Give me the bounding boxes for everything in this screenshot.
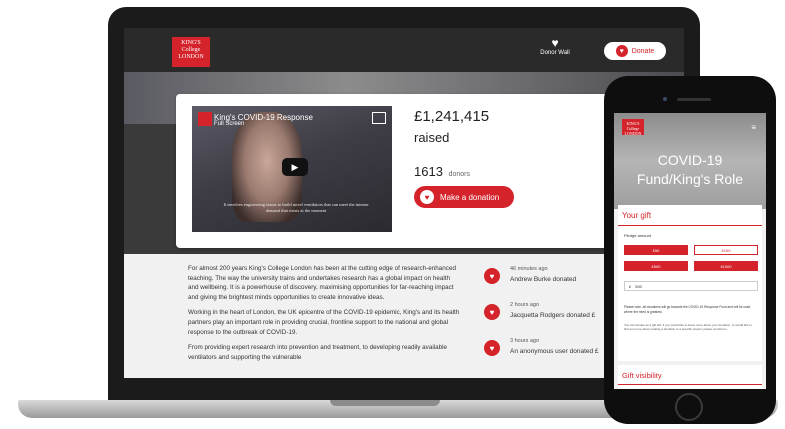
gift-note-small: You can donate as a gift aid. If you wou… [624,323,752,332]
gift-title: Your gift [622,211,652,220]
heart-icon: ♥ [551,36,559,50]
speaker-grille [677,98,711,101]
divider [618,225,762,226]
amount-option[interactable]: £500 [624,261,688,271]
phone-screen: KING'S College LONDON ≡ COVID-19 Fund/Ki… [614,113,766,389]
story-paragraph: For almost 200 years King's College Lond… [188,265,456,301]
amount-option[interactable]: £50 [624,245,688,255]
divider [618,384,762,385]
camera-icon [663,97,667,101]
play-icon[interactable]: ▶ [282,158,308,176]
make-donation-button[interactable]: ♥ Make a donation [414,186,514,208]
heart-icon: ♥ [420,190,434,204]
donor-count-value: 1613 [414,164,443,179]
gift-form: Your gift Pledge amount £50 £100 £500 £1… [618,205,762,361]
gift-visibility-title: Gift visibility [622,371,662,380]
donation-time: 2 hours ago [510,302,540,308]
donation-donor: Andrew Burke donated [510,276,577,283]
mobile-title-line: Fund/King's Role [636,171,744,187]
video-caption: It involves engineering teams to build n… [223,202,369,213]
heart-icon: ♥ [484,268,500,284]
mobile-page-title: COVID-19 Fund/King's Role [614,151,766,189]
video-player[interactable]: King's COVID-19 Response Full Screen ▶ I… [192,106,392,232]
other-amount-input[interactable]: £ 500 [624,281,758,291]
donors-label: donors [448,171,470,178]
donor-wall-link[interactable]: ♥ Donor Wall [536,36,574,56]
donor-wall-label: Donor Wall [540,50,570,56]
heart-icon: ♥ [484,340,500,356]
make-donation-label: Make a donation [440,192,500,202]
currency-symbol: £ [629,283,632,289]
heart-icon: ♥ [484,304,500,320]
donation-donor: Jacquetta Rodgers donated £ [510,312,596,319]
donation-time: 46 minutes ago [510,266,548,272]
gift-visibility-section[interactable]: Gift visibility [618,365,762,389]
story-paragraph: From providing expert research into prev… [188,344,448,361]
amount-option[interactable]: £100 [694,245,758,255]
pledge-label: Pledge amount [624,233,651,238]
home-button [675,393,703,421]
content-area: For almost 200 years King's College Lond… [124,254,684,378]
raised-label: raised [414,130,450,145]
heart-icon: ♥ [615,45,628,57]
video-menu-icon[interactable] [372,112,386,124]
story-text: For almost 200 years King's College Lond… [188,264,460,368]
raised-amount: £1,241,415 [414,108,490,125]
channel-logo-icon [198,112,212,126]
mobile-kcl-logo[interactable]: KING'S College LONDON [622,119,644,136]
device-mockup: KING'S College LONDON ♥ Donor Wall ♥ Don… [0,0,785,429]
donate-label: Donate [631,47,655,55]
gift-note: Please note, all donations will go towar… [624,305,751,314]
mobile-title-line: COVID-19 [657,152,723,168]
donor-count: 1613 donors [414,164,470,179]
other-amount-value: 500 [635,283,642,289]
donate-button[interactable]: ♥ Donate [604,42,666,60]
story-paragraph: Working in the heart of London, the UK e… [188,309,460,336]
kcl-logo[interactable]: KING'S College LONDON [172,37,210,67]
laptop-notch [330,400,440,406]
hamburger-menu-icon[interactable]: ≡ [751,123,756,132]
mobile-hero: KING'S College LONDON ≡ COVID-19 Fund/Ki… [614,113,766,209]
donation-donor: An anonymous user donated £ [510,348,599,355]
donation-summary-card: King's COVID-19 Response Full Screen ▶ I… [176,94,624,248]
site-header: KING'S College LONDON ♥ Donor Wall ♥ Don… [124,28,684,72]
donation-time: 3 hours ago [510,338,540,344]
video-subtitle: Full Screen [214,121,245,127]
amount-option[interactable]: £1000 [694,261,758,271]
laptop-screen: KING'S College LONDON ♥ Donor Wall ♥ Don… [124,28,684,378]
